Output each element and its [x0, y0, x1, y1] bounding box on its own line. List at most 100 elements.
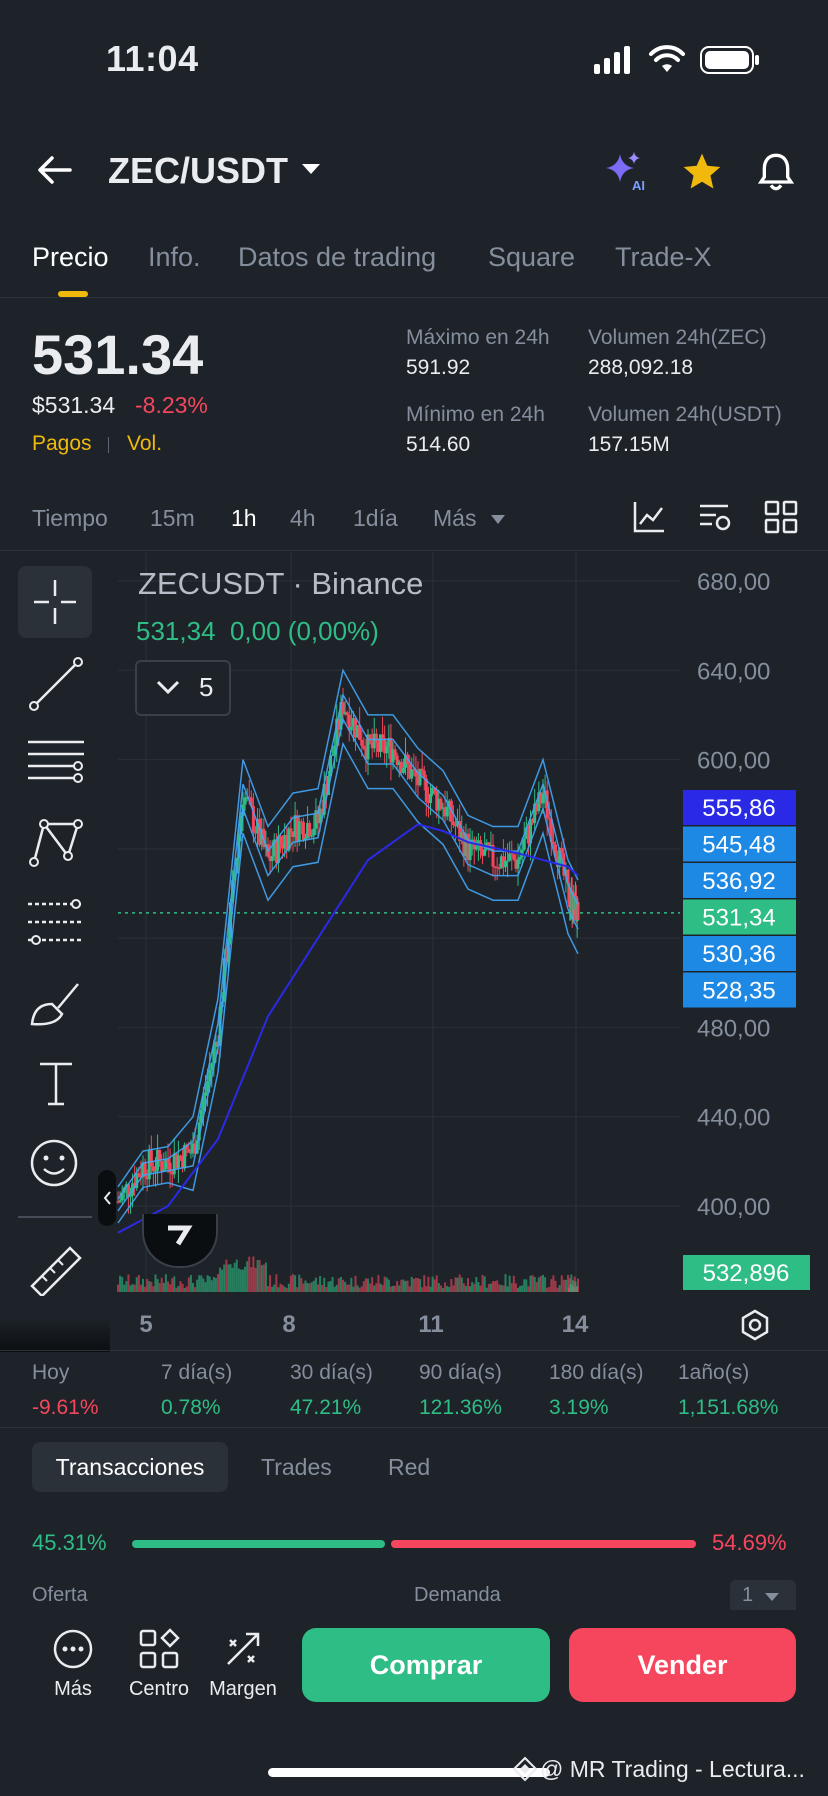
sell-button[interactable]: Vender	[569, 1628, 796, 1702]
candle	[381, 734, 385, 739]
chart-settings-icon[interactable]	[698, 500, 732, 539]
tab-transacciones[interactable]: Transacciones	[32, 1442, 228, 1492]
volume-bar	[539, 1275, 542, 1292]
timeframe-1dia[interactable]: 1día	[353, 505, 398, 532]
volume-bar	[492, 1281, 494, 1292]
ai-sparkle-icon[interactable]: AI	[604, 150, 648, 199]
volume-bar	[400, 1279, 403, 1292]
candle	[360, 739, 364, 746]
volume-bar	[454, 1277, 457, 1292]
payments-link[interactable]: Pagos	[32, 432, 92, 456]
volume-bar	[381, 1285, 384, 1292]
candle	[451, 821, 455, 826]
volume-bar	[119, 1275, 122, 1292]
alert-bell-icon[interactable]	[756, 150, 796, 199]
timeframe-1h[interactable]: 1h	[231, 505, 257, 532]
buy-button[interactable]: Comprar	[302, 1628, 550, 1702]
volume-bar	[179, 1281, 182, 1292]
tab-trading-data[interactable]: Datos de trading	[238, 242, 436, 273]
depth-select[interactable]: 1	[730, 1580, 796, 1614]
favorite-star-icon[interactable]	[680, 150, 724, 199]
volume-bar	[212, 1277, 215, 1292]
pair-title[interactable]: ZEC/USDT	[108, 150, 288, 192]
back-arrow-icon[interactable]	[34, 154, 74, 191]
tab-red[interactable]: Red	[388, 1454, 430, 1481]
volume-bar	[239, 1269, 242, 1292]
tab-trade-x[interactable]: Trade-X	[615, 242, 712, 273]
volume-bar	[337, 1278, 340, 1292]
volume-bar	[187, 1277, 190, 1292]
volume-bar	[202, 1278, 205, 1292]
candle	[189, 1152, 193, 1154]
center-label[interactable]: Centro	[120, 1678, 198, 1701]
volume-link[interactable]: Vol.	[127, 432, 162, 456]
margin-icon[interactable]	[222, 1628, 264, 1675]
price-badge-label: 530,36	[702, 941, 775, 968]
chevron-down-icon[interactable]	[300, 162, 322, 183]
volume-bar	[139, 1284, 142, 1292]
volume-bar	[304, 1280, 307, 1292]
volume-bar	[346, 1284, 349, 1292]
wifi-icon	[648, 44, 686, 79]
candle	[522, 838, 526, 850]
period-90d-value: 121.36%	[419, 1396, 502, 1419]
candle	[474, 846, 478, 850]
scroll-to-latest-button[interactable]	[142, 1214, 218, 1268]
candle	[187, 1149, 191, 1153]
divider	[0, 1427, 828, 1428]
period-7d-value: 0.78%	[161, 1396, 221, 1419]
tab-square[interactable]: Square	[488, 242, 575, 273]
caret-down-icon	[765, 1593, 779, 1601]
timeframe-tiempo[interactable]: Tiempo	[32, 505, 108, 532]
volume-bar	[523, 1279, 526, 1292]
price-chart[interactable]: 680,00 640,00 600,00 480,00 440,00 400,00 5 8 1…	[0, 552, 828, 1352]
x-tick-label: 14	[562, 1311, 589, 1338]
volume-bar	[323, 1277, 326, 1292]
timeframe-15m[interactable]: 15m	[150, 505, 195, 532]
volume-bar	[221, 1269, 224, 1292]
volume-bar	[410, 1276, 413, 1292]
volume-bar	[117, 1284, 119, 1292]
arrow-icon	[168, 1225, 193, 1246]
chart-title: ZECUSDT · Binance	[138, 566, 424, 601]
volume-bar	[544, 1277, 547, 1292]
tab-info[interactable]: Info.	[148, 242, 201, 273]
timeframe-4h[interactable]: 4h	[290, 505, 316, 532]
tab-trades[interactable]: Trades	[261, 1454, 332, 1481]
indicator-chart-icon[interactable]	[632, 500, 666, 539]
candle	[176, 1155, 180, 1168]
volume-bar	[225, 1259, 228, 1292]
grid-layout-icon[interactable]	[764, 500, 798, 539]
margin-label[interactable]: Margen	[202, 1678, 284, 1701]
more-label[interactable]: Más	[34, 1678, 112, 1701]
volume-bar	[144, 1286, 147, 1292]
volume-bar	[175, 1287, 178, 1292]
volume-bar	[360, 1286, 363, 1292]
tab-precio[interactable]: Precio	[32, 242, 109, 273]
volume-bar	[264, 1262, 267, 1292]
volume-bar	[137, 1275, 140, 1292]
indicator-toggle[interactable]: 5	[135, 660, 231, 716]
volume-bar	[298, 1274, 301, 1292]
volume-bar	[233, 1262, 236, 1292]
volume-bar	[550, 1279, 553, 1292]
volume-bar	[535, 1282, 538, 1292]
vol-zec-label: Volumen 24h(ZEC)	[588, 326, 767, 349]
center-icon[interactable]	[138, 1628, 180, 1675]
volume-bar	[552, 1275, 555, 1292]
volume-bar	[377, 1275, 380, 1292]
more-icon[interactable]	[52, 1628, 94, 1675]
chart-settings-hex-icon[interactable]	[738, 1308, 772, 1347]
volume-bar	[260, 1265, 263, 1292]
volume-bar	[314, 1277, 317, 1292]
volume-bar	[194, 1287, 197, 1292]
volume-bar	[198, 1275, 201, 1292]
volume-bar	[562, 1279, 565, 1292]
volume-bar	[548, 1286, 551, 1292]
candle	[331, 754, 335, 756]
volume-bar	[300, 1278, 303, 1292]
candle	[547, 818, 551, 820]
candle	[541, 793, 545, 804]
timeframe-more[interactable]: Más	[433, 505, 476, 532]
period-1y-label: 1año(s)	[678, 1361, 750, 1384]
